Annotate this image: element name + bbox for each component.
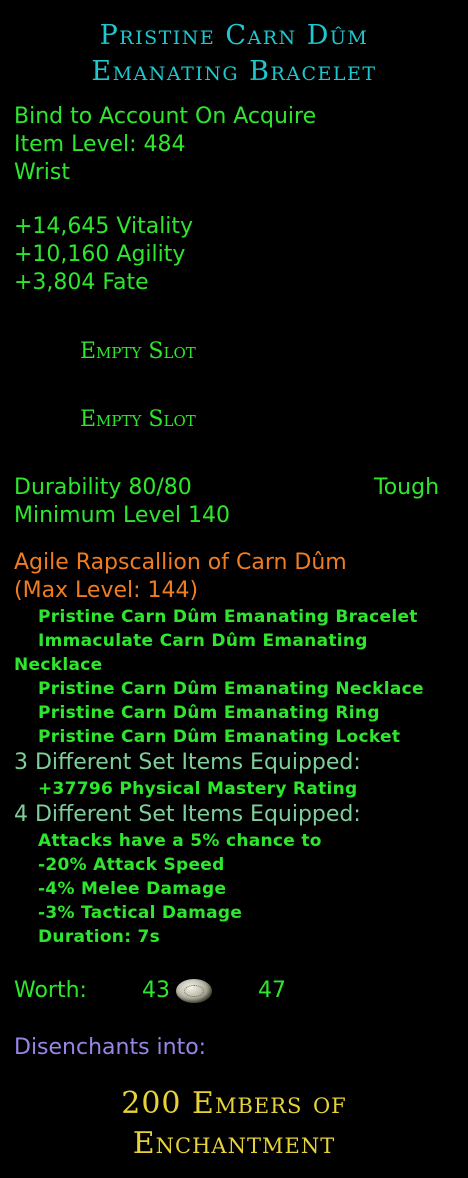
set-bonus-effect: -20% Attack Speed	[38, 855, 225, 875]
item-name: Pristine Carn Dûm Emanating Bracelet	[0, 18, 468, 90]
set-piece: Pristine Carn Dûm Emanating Bracelet	[38, 607, 418, 627]
set-bonus-3-header: 3 Different Set Items Equipped:	[14, 750, 361, 775]
set-name: Agile Rapscallion of Carn Dûm	[14, 550, 347, 575]
disenchant-result-line2: Enchantment	[132, 1126, 336, 1161]
stat-agility: +10,160 Agility	[14, 242, 186, 267]
silver-coin-icon	[176, 979, 212, 1003]
set-bonus-effect: +37796 Physical Mastery Rating	[38, 779, 358, 799]
set-bonus-4-header: 4 Different Set Items Equipped:	[14, 802, 361, 827]
stat-fate: +3,804 Fate	[14, 270, 149, 295]
set-bonus-effect: -3% Tactical Damage	[38, 903, 243, 923]
set-bonus-effect: Duration: 7s	[38, 927, 161, 947]
worth-silver: 43	[142, 978, 170, 1003]
disenchant-result-line1: 200 Embers of	[121, 1086, 347, 1121]
set-piece: Necklace	[14, 655, 103, 675]
empty-essence-slot: Empty Slot	[80, 407, 196, 432]
set-piece: Immaculate Carn Dûm Emanating	[38, 631, 368, 651]
empty-essence-slot: Empty Slot	[80, 339, 196, 364]
bind-text: Bind to Account On Acquire	[14, 104, 317, 129]
set-bonus-effect: Attacks have a 5% chance to	[38, 831, 322, 851]
disenchant-label: Disenchants into:	[14, 1035, 207, 1060]
stat-vitality: +14,645 Vitality	[14, 214, 194, 239]
item-level: Item Level: 484	[14, 132, 186, 157]
durability-type: Tough	[374, 475, 440, 500]
set-bonus-effect: -4% Melee Damage	[38, 879, 227, 899]
item-tooltip: Pristine Carn Dûm Emanating Bracelet Bin…	[0, 0, 468, 1178]
disenchant-result: 200 Embers of Enchantment	[0, 1084, 468, 1164]
item-name-line2: Emanating Bracelet	[91, 56, 377, 87]
worth-copper: 47	[258, 978, 286, 1003]
item-slot: Wrist	[14, 160, 71, 185]
set-piece: Pristine Carn Dûm Emanating Locket	[38, 727, 401, 747]
set-piece: Pristine Carn Dûm Emanating Ring	[38, 703, 380, 723]
item-name-line1: Pristine Carn Dûm	[99, 20, 369, 51]
minimum-level: Minimum Level 140	[14, 503, 231, 528]
worth-label: Worth:	[14, 978, 87, 1003]
durability: Durability 80/80	[14, 475, 192, 500]
set-max-level: (Max Level: 144)	[14, 578, 199, 603]
set-piece: Pristine Carn Dûm Emanating Necklace	[38, 679, 424, 699]
